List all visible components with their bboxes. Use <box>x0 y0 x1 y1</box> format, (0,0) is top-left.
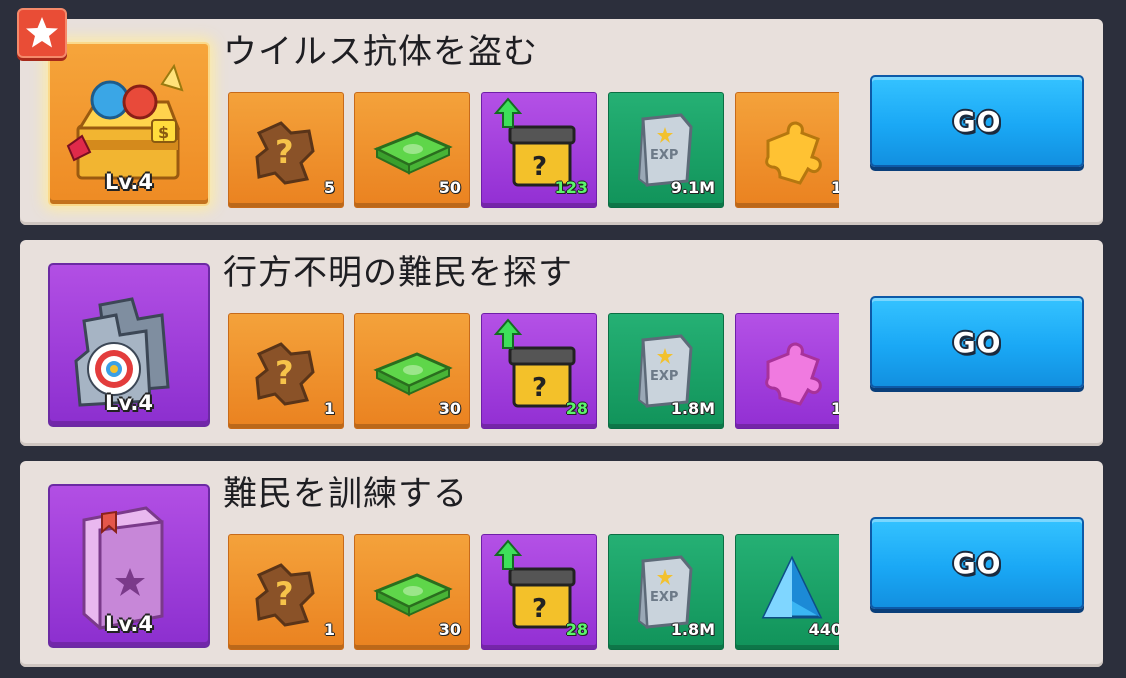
level-label: Lv.4 <box>105 612 153 636</box>
reward-slot[interactable]: 30 <box>354 313 470 429</box>
reward-slot[interactable]: 1 <box>735 313 839 429</box>
reward-quantity: 1 <box>830 178 839 197</box>
reward-slot[interactable]: 440 <box>735 534 839 650</box>
reward-list: ? 1 30 ? 28 <box>228 313 839 429</box>
go-button[interactable]: GO <box>870 75 1084 167</box>
reward-quantity: 5 <box>323 178 335 197</box>
svg-text:?: ? <box>275 575 294 613</box>
reward-slot[interactable]: EXP 9.1M <box>608 92 724 208</box>
reward-quantity: 440 <box>808 620 839 639</box>
mission-row: $ Lv.4 ウイルス抗体を盗む ? 5 50 ? 123 EXP 9.1M 1… <box>17 8 1103 225</box>
reward-quantity: 1 <box>830 399 839 418</box>
reward-list: ? 1 30 ? 28 <box>228 534 839 650</box>
reward-slot[interactable]: ? 28 <box>481 313 597 429</box>
reward-slot[interactable]: ? 5 <box>228 92 344 208</box>
mission-icon[interactable]: $ Lv.4 <box>48 42 210 206</box>
reward-slot[interactable]: EXP 1.8M <box>608 313 724 429</box>
mission-row: Lv.4 行方不明の難民を探す ? 1 30 ? 28 EXP 1.8M 1 G… <box>20 240 1103 446</box>
level-label: Lv.4 <box>105 391 153 415</box>
svg-text:$: $ <box>158 123 169 142</box>
reward-quantity: 1.8M <box>670 399 715 418</box>
mission-title: ウイルス抗体を盗む <box>223 32 538 72</box>
svg-text:EXP: EXP <box>650 369 678 384</box>
reward-quantity: 1.8M <box>670 620 715 639</box>
go-button-label: GO <box>952 546 1002 580</box>
mission-title: 難民を訓練する <box>223 474 468 514</box>
mission-row: Lv.4 難民を訓練する ? 1 30 ? 28 EXP 1.8M 440 GO <box>20 461 1103 667</box>
reward-quantity: 1 <box>323 399 335 418</box>
mission-icon[interactable]: Lv.4 <box>48 484 210 648</box>
star-icon <box>26 17 58 48</box>
reward-slot[interactable]: 50 <box>354 92 470 208</box>
reward-slot[interactable]: ? 1 <box>228 313 344 429</box>
reward-quantity: 9.1M <box>670 178 715 197</box>
go-button-label: GO <box>952 325 1002 359</box>
go-button[interactable]: GO <box>870 296 1084 388</box>
svg-text:EXP: EXP <box>650 590 678 605</box>
reward-quantity: 28 <box>565 620 588 639</box>
reward-slot[interactable]: EXP 1.8M <box>608 534 724 650</box>
reward-quantity: 123 <box>554 178 588 197</box>
level-label: Lv.4 <box>105 170 153 194</box>
reward-slot[interactable]: ? 28 <box>481 534 597 650</box>
featured-badge <box>17 8 67 58</box>
reward-quantity: 50 <box>438 178 461 197</box>
svg-text:?: ? <box>275 354 294 392</box>
svg-text:?: ? <box>275 133 294 171</box>
reward-slot[interactable]: 30 <box>354 534 470 650</box>
go-button-label: GO <box>952 104 1002 138</box>
reward-quantity: 28 <box>565 399 588 418</box>
reward-list: ? 5 50 ? 123 EXP 9.1M 1 <box>228 92 839 208</box>
reward-slot[interactable]: ? 1 <box>228 534 344 650</box>
svg-text:EXP: EXP <box>650 148 678 163</box>
go-button[interactable]: GO <box>870 517 1084 609</box>
mission-title: 行方不明の難民を探す <box>223 253 573 293</box>
svg-text:?: ? <box>532 373 547 403</box>
svg-text:?: ? <box>532 152 547 182</box>
reward-slot[interactable]: ? 123 <box>481 92 597 208</box>
reward-quantity: 30 <box>438 620 461 639</box>
puzzle-piece-icon <box>765 121 822 185</box>
reward-slot[interactable]: 1 <box>735 92 839 208</box>
reward-quantity: 1 <box>323 620 335 639</box>
reward-quantity: 30 <box>438 399 461 418</box>
puzzle-piece-icon <box>765 342 822 406</box>
mission-icon[interactable]: Lv.4 <box>48 263 210 427</box>
svg-text:?: ? <box>532 594 547 624</box>
